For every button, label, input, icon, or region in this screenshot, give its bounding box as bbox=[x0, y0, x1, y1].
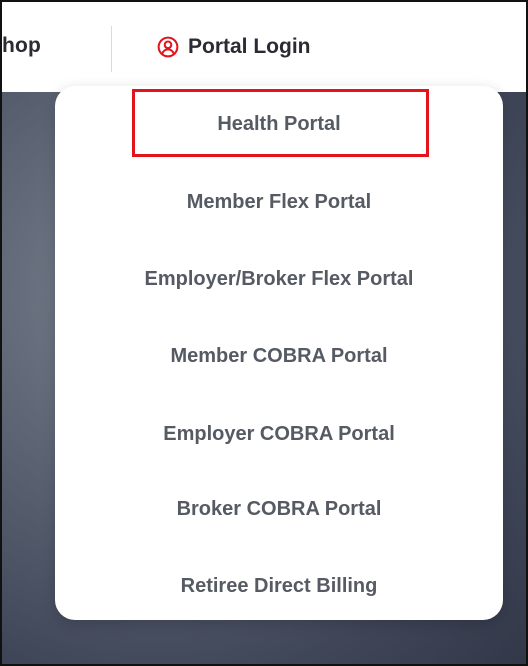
menu-item-member-cobra-portal[interactable]: Member COBRA Portal bbox=[55, 344, 503, 368]
menu-item-broker-cobra-portal[interactable]: Broker COBRA Portal bbox=[55, 497, 503, 521]
screenshot-frame: hop Portal Login Health Portal Member Fl… bbox=[0, 0, 528, 666]
portal-login-button[interactable]: Portal Login bbox=[157, 32, 311, 62]
user-circle-icon bbox=[157, 36, 179, 58]
portal-login-label: Portal Login bbox=[188, 35, 311, 58]
menu-item-retiree-direct-billing[interactable]: Retiree Direct Billing bbox=[55, 574, 503, 598]
menu-item-health-portal[interactable]: Health Portal bbox=[55, 112, 503, 136]
menu-item-employer-broker-flex-portal[interactable]: Employer/Broker Flex Portal bbox=[55, 267, 503, 291]
menu-item-employer-cobra-portal[interactable]: Employer COBRA Portal bbox=[55, 422, 503, 446]
top-navigation-bar: hop Portal Login bbox=[2, 2, 526, 92]
nav-divider bbox=[111, 26, 112, 72]
menu-item-member-flex-portal[interactable]: Member Flex Portal bbox=[55, 190, 503, 214]
nav-item-shop[interactable]: hop bbox=[2, 34, 41, 58]
portal-dropdown-menu: Health Portal Member Flex Portal Employe… bbox=[55, 86, 503, 620]
